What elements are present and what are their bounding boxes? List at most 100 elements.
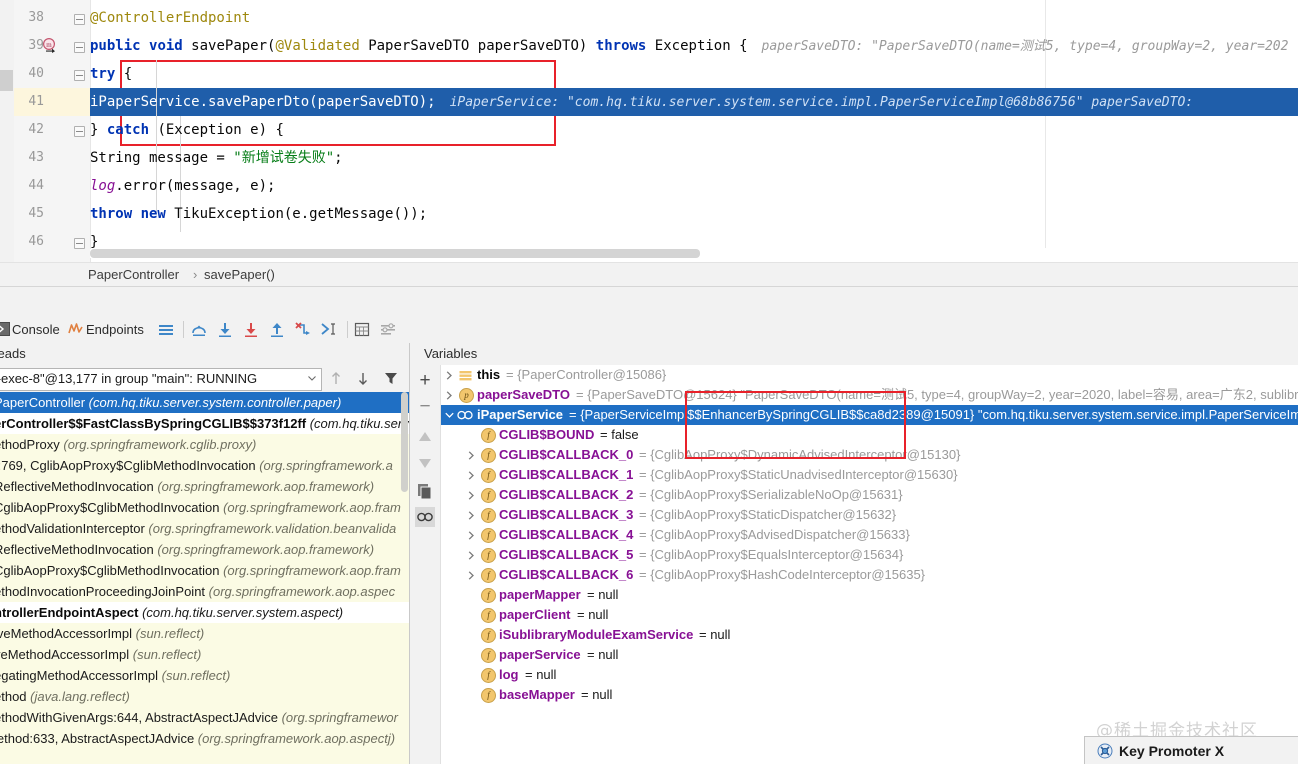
breadcrumb[interactable]: PaperController › savePaper() bbox=[0, 262, 1298, 287]
method-navigate-icon[interactable]: m bbox=[42, 38, 57, 53]
chevron-right-icon[interactable] bbox=[467, 551, 476, 560]
code-token: try bbox=[90, 66, 124, 82]
editor-hscroll-thumb[interactable] bbox=[90, 249, 700, 258]
variable-row[interactable]: f CGLIB$CALLBACK_4 = {CglibAopProxy$Advise… bbox=[441, 525, 1298, 545]
breadcrumb-method[interactable]: savePaper() bbox=[204, 263, 275, 287]
panel-divider[interactable] bbox=[0, 286, 1298, 318]
stack-frame-row[interactable]: iveMethodAccessorImpl (sun.reflect) bbox=[0, 623, 409, 644]
code-line[interactable]: public void savePaper(@Validated PaperSa… bbox=[90, 32, 1288, 60]
debug-toolbar[interactable]: Console Endpoints bbox=[0, 316, 1298, 344]
chevron-right-icon[interactable] bbox=[467, 571, 476, 580]
code-line[interactable]: } bbox=[90, 228, 98, 256]
move-up-icon[interactable] bbox=[415, 427, 435, 447]
frames-vertical-scrollbar[interactable] bbox=[400, 392, 409, 764]
field-variable-icon: f bbox=[481, 568, 496, 583]
variable-row[interactable]: this = {PaperController@15086} bbox=[441, 365, 1298, 385]
variable-row[interactable]: f CGLIB$CALLBACK_6 = {CglibAopProxy$HashCo… bbox=[441, 565, 1298, 585]
code-fold-marker[interactable] bbox=[74, 42, 85, 53]
code-editor[interactable]: @ControllerEndpoint public void savePaper… bbox=[0, 0, 1298, 262]
stack-frame-row[interactable]: ethodWithGivenArgs:644, AbstractAspectJA… bbox=[0, 707, 409, 728]
watches-icon[interactable] bbox=[415, 507, 435, 527]
variable-row[interactable]: iPaperService = {PaperServiceImpl$$Enhanc… bbox=[441, 405, 1298, 425]
frames-panel[interactable]: Threads 201-exec-8"@13,177 in group "mai… bbox=[0, 343, 410, 764]
remove-watch-icon[interactable]: − bbox=[415, 397, 435, 417]
variable-row[interactable]: f log = null bbox=[441, 665, 1298, 685]
force-step-into-icon[interactable] bbox=[241, 320, 261, 339]
code-fold-marker[interactable] bbox=[74, 238, 85, 249]
frames-list[interactable]: PaperController (com.hq.tiku.server.syst… bbox=[0, 392, 409, 764]
step-into-icon[interactable] bbox=[215, 320, 235, 339]
stack-frame-row[interactable]: lethod:633, AbstractAspectJAdvice (org.s… bbox=[0, 728, 409, 749]
variable-row[interactable]: f CGLIB$CALLBACK_5 = {CglibAopProxy$Equals… bbox=[441, 545, 1298, 565]
stack-frame-row[interactable]: ethodValidationInterceptor (org.springfr… bbox=[0, 518, 409, 539]
stack-frame-row[interactable]: ReflectiveMethodInvocation (org.springfr… bbox=[0, 476, 409, 497]
variable-row[interactable]: f paperClient = null bbox=[441, 605, 1298, 625]
variables-tree[interactable]: this = {PaperController@15086} p paperSaveD… bbox=[441, 365, 1298, 764]
tab-console[interactable]: Console bbox=[12, 316, 60, 343]
code-line[interactable]: @ControllerEndpoint bbox=[90, 4, 250, 32]
variable-row[interactable]: f paperService = null bbox=[441, 645, 1298, 665]
stack-frame-row[interactable]: veMethodAccessorImpl (sun.reflect) bbox=[0, 644, 409, 665]
move-down-icon[interactable] bbox=[415, 453, 435, 473]
code-line[interactable]: throw new TikuException(e.getMessage()); bbox=[90, 200, 427, 228]
editor-horizontal-scrollbar[interactable] bbox=[90, 249, 1298, 258]
stack-frame-row[interactable]: CglibAopProxy$CglibMethodInvocation (org… bbox=[0, 560, 409, 581]
variable-row[interactable]: f iSublibraryModuleExamService = null bbox=[441, 625, 1298, 645]
code-fold-marker[interactable] bbox=[74, 70, 85, 81]
stack-frame-row[interactable]: ntrollerEndpointAspect (com.hq.tiku.serv… bbox=[0, 602, 409, 623]
variable-row[interactable]: f CGLIB$CALLBACK_0 = {CglibAopProxy$Dynami… bbox=[441, 445, 1298, 465]
code-line[interactable]: String message = "新增试卷失败"; bbox=[90, 144, 343, 172]
chevron-right-icon[interactable] bbox=[445, 371, 454, 380]
thread-dropdown[interactable]: 201-exec-8"@13,177 in group "main": RUNN… bbox=[0, 368, 322, 391]
variables-sidebar-toolbar[interactable]: + − bbox=[410, 365, 441, 764]
settings-icon[interactable] bbox=[378, 320, 398, 339]
chevron-right-icon[interactable] bbox=[467, 451, 476, 460]
variable-row[interactable]: f CGLIB$CALLBACK_2 = {CglibAopProxy$Serial… bbox=[441, 485, 1298, 505]
chevron-right-icon[interactable] bbox=[467, 471, 476, 480]
run-to-cursor-icon[interactable] bbox=[319, 320, 339, 339]
variable-row[interactable]: f baseMapper = null bbox=[441, 685, 1298, 705]
chevron-down-icon[interactable] bbox=[308, 376, 316, 381]
stack-frame-row[interactable]: ethodProxy (org.springframework.cglib.pr… bbox=[0, 434, 409, 455]
add-watch-icon[interactable]: + bbox=[415, 371, 435, 391]
chevron-right-icon[interactable] bbox=[467, 491, 476, 500]
stack-frame-row[interactable]: erController$$FastClassBySpringCGLIB$$37… bbox=[0, 413, 409, 434]
evaluate-expression-icon[interactable] bbox=[352, 320, 372, 339]
step-over-icon[interactable] bbox=[189, 320, 209, 339]
chevron-right-icon[interactable] bbox=[467, 531, 476, 540]
code-fold-marker[interactable] bbox=[74, 126, 85, 137]
thread-selector-bar[interactable]: 201-exec-8"@13,177 in group "main": RUNN… bbox=[0, 365, 409, 393]
variable-row[interactable]: f CGLIB$CALLBACK_3 = {CglibAopProxy$Static… bbox=[441, 505, 1298, 525]
stack-frame-row[interactable]: CglibAopProxy$CglibMethodInvocation (org… bbox=[0, 497, 409, 518]
code-line[interactable]: } catch (Exception e) { bbox=[90, 116, 284, 144]
drop-frame-icon[interactable] bbox=[293, 320, 313, 339]
variable-row[interactable]: f paperMapper = null bbox=[441, 585, 1298, 605]
code-fold-marker[interactable] bbox=[74, 14, 85, 25]
variable-row[interactable]: f CGLIB$BOUND = false bbox=[441, 425, 1298, 445]
frames-filter-icon[interactable] bbox=[383, 370, 399, 387]
variable-row[interactable]: p paperSaveDTO = {PaperSaveDTO@15624} "Pap… bbox=[441, 385, 1298, 405]
stack-frame-row[interactable]: PaperController (com.hq.tiku.server.syst… bbox=[0, 392, 409, 413]
stack-frame-row[interactable]: ethodInvocationProceedingJoinPoint (org.… bbox=[0, 581, 409, 602]
code-line[interactable]: iPaperService.savePaperDto(paperSaveDTO)… bbox=[90, 88, 1193, 116]
stack-frame-row[interactable]: t:769, CglibAopProxy$CglibMethodInvocati… bbox=[0, 455, 409, 476]
chevron-right-icon[interactable] bbox=[467, 511, 476, 520]
key-promoter-popup[interactable]: Key Promoter X bbox=[1084, 736, 1298, 764]
frames-down-arrow-icon[interactable] bbox=[355, 370, 371, 387]
breadcrumb-class[interactable]: PaperController bbox=[88, 263, 179, 287]
frames-vscroll-thumb[interactable] bbox=[401, 392, 408, 492]
chevron-down-icon[interactable] bbox=[445, 411, 454, 420]
chevron-right-icon[interactable] bbox=[445, 391, 454, 400]
code-line[interactable]: log.error(message, e); bbox=[90, 172, 275, 200]
variable-row[interactable]: f CGLIB$CALLBACK_1 = {CglibAopProxy$Static… bbox=[441, 465, 1298, 485]
code-line[interactable]: try { bbox=[90, 60, 132, 88]
stack-frame-row[interactable]: ethod (java.lang.reflect) bbox=[0, 686, 409, 707]
step-out-icon[interactable] bbox=[267, 320, 287, 339]
frames-up-arrow-icon[interactable] bbox=[328, 370, 344, 387]
variables-panel[interactable]: Variables + − this = {PaperController@150… bbox=[410, 343, 1298, 764]
stack-frame-row[interactable]: egatingMethodAccessorImpl (sun.reflect) bbox=[0, 665, 409, 686]
stack-frame-row[interactable]: ReflectiveMethodInvocation (org.springfr… bbox=[0, 539, 409, 560]
tab-endpoints[interactable]: Endpoints bbox=[86, 316, 144, 343]
copy-value-icon[interactable] bbox=[415, 481, 435, 501]
layout-settings-icon[interactable] bbox=[156, 320, 176, 339]
